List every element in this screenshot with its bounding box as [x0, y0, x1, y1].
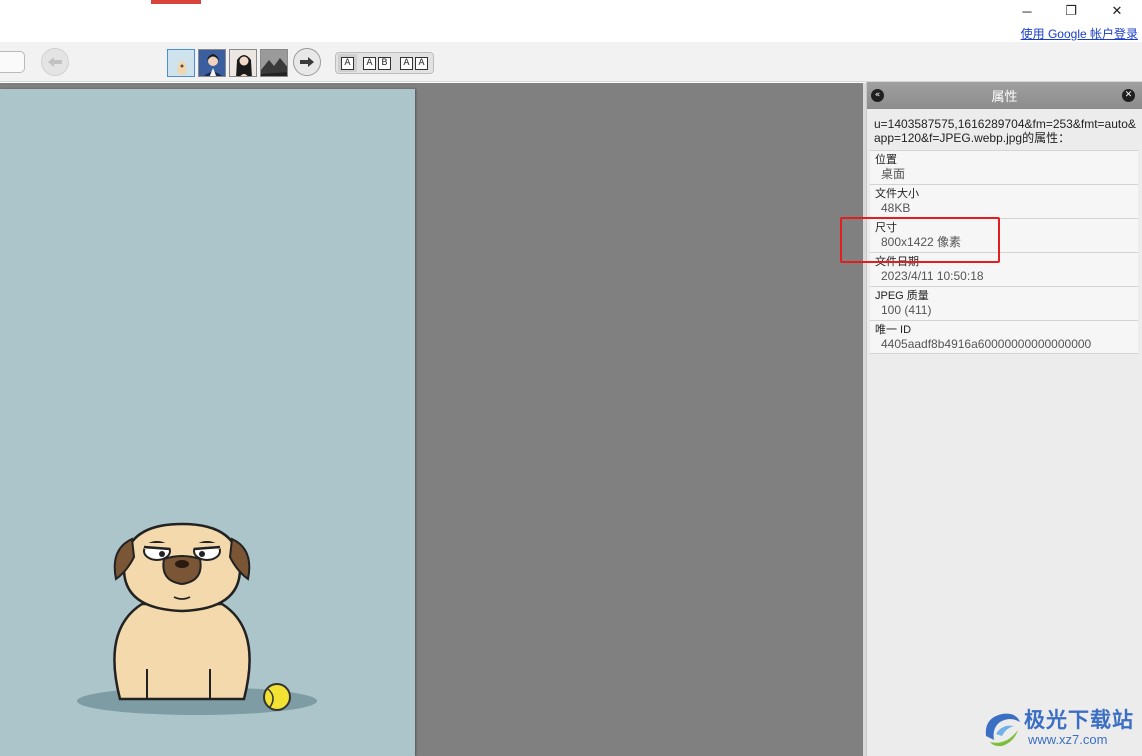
panel-title: 属性	[991, 89, 1018, 104]
property-location: 位置 桌面	[870, 150, 1138, 184]
single-page-button[interactable]: A	[338, 54, 357, 72]
close-panel-icon[interactable]: ✕	[1122, 89, 1135, 102]
property-label: 唯一 ID	[875, 324, 912, 336]
close-window-button[interactable]: ✕	[1102, 1, 1132, 21]
property-file-size: 文件大小 48KB	[870, 184, 1138, 218]
layout-glyph: A	[363, 56, 376, 70]
property-label: JPEG 质量	[875, 290, 929, 302]
property-dimensions: 尺寸 800x1422 像素	[870, 218, 1138, 252]
watermark-url: www.xz7.com	[1028, 732, 1108, 747]
properties-panel-header: « 属性 ✕	[867, 82, 1142, 109]
pug-thumbnail-icon	[168, 50, 194, 76]
file-name-title: u=1403587575,1616289704&fm=253&fmt=auto&…	[874, 117, 1136, 145]
portrait-thumbnail-icon	[230, 50, 256, 76]
arrow-left-icon	[48, 57, 62, 67]
property-value: 4405aadf8b4916a60000000000000000	[881, 337, 1092, 351]
previous-image-button[interactable]	[41, 48, 69, 76]
properties-panel: « 属性 ✕ u=1403587575,1616289704&fm=253&fm…	[866, 82, 1142, 756]
property-value: 100 (411)	[881, 303, 932, 317]
property-value: 2023/4/11 10:50:18	[881, 269, 984, 283]
landscape-thumbnail-icon	[261, 50, 287, 76]
next-image-button[interactable]	[293, 48, 321, 76]
thumbnail-portrait-2[interactable]	[229, 49, 257, 77]
thumbnail-landscape[interactable]	[260, 49, 288, 77]
pug-illustration	[77, 522, 317, 715]
property-list: 位置 桌面 文件大小 48KB 尺寸 800x1422 像素 文件日期 2023…	[867, 150, 1142, 354]
property-unique-id: 唯一 ID 4405aadf8b4916a60000000000000000	[870, 320, 1138, 354]
minimize-button[interactable]: ─	[1012, 1, 1042, 21]
watermark-text: 极光下载站	[1024, 708, 1134, 732]
property-label: 位置	[875, 154, 897, 166]
property-value: 48KB	[881, 201, 911, 215]
site-watermark: 极光下载站 www.xz7.com	[980, 702, 1140, 752]
continuous-page-button[interactable]: A A	[397, 54, 431, 72]
title-accent-bar	[151, 0, 201, 4]
property-label: 文件大小	[875, 188, 919, 200]
collapse-panel-icon[interactable]: «	[871, 89, 884, 102]
property-value: 桌面	[881, 167, 906, 181]
property-label: 文件日期	[875, 256, 919, 268]
layout-glyph: A	[415, 56, 428, 70]
toolbar-left-field[interactable]	[0, 51, 25, 73]
thumbnail-pug[interactable]	[167, 49, 195, 77]
property-value: 800x1422 像素	[881, 235, 962, 249]
restore-button[interactable]: ❐	[1056, 1, 1086, 21]
page-layout-switcher: A A B A A	[335, 52, 434, 74]
title-bar: ─ ❐ ✕ 使用 Google 帐户登录	[0, 0, 1142, 42]
toolbar: A A B A A	[0, 42, 1142, 82]
image-viewer[interactable]	[0, 83, 863, 756]
google-sign-in-link[interactable]: 使用 Google 帐户登录	[1021, 25, 1138, 42]
layout-glyph: B	[378, 56, 391, 70]
property-label: 尺寸	[875, 222, 897, 234]
displayed-image	[0, 89, 415, 756]
arrow-right-icon	[300, 57, 314, 67]
thumbnail-portrait-1[interactable]	[198, 49, 226, 77]
property-file-date: 文件日期 2023/4/11 10:50:18	[870, 252, 1138, 286]
property-jpeg-quality: JPEG 质量 100 (411)	[870, 286, 1138, 320]
watermark-logo-icon	[985, 713, 1020, 747]
portrait-thumbnail-icon	[199, 50, 225, 76]
layout-glyph: A	[400, 56, 413, 70]
two-page-button[interactable]: A B	[360, 54, 394, 72]
layout-glyph: A	[341, 56, 354, 70]
